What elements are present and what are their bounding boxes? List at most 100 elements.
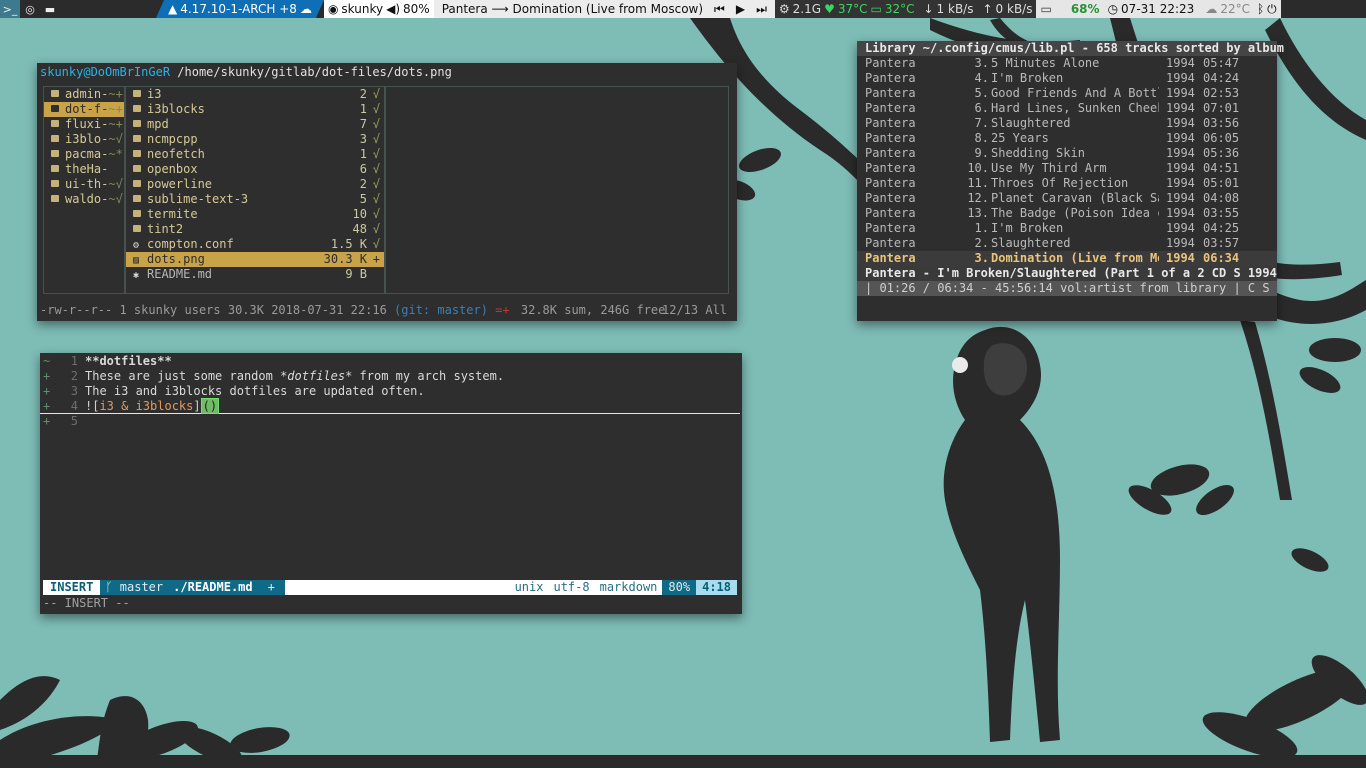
track-row[interactable]: Pantera 1. I'm Broken 1994 04:25: [857, 221, 1277, 236]
track-duration: 06:05: [1203, 131, 1240, 145]
file-item[interactable]: sublime-text-3 5 √: [126, 192, 384, 207]
track-row[interactable]: Pantera 11. Throes Of Rejection 1994 05:01: [857, 176, 1277, 191]
buffer-line[interactable]: +3 The i3 and i3blocks dotfiles are updat…: [40, 384, 740, 399]
track-row[interactable]: Pantera 12. Planet Caravan (Black Sa 1994 04…: [857, 191, 1277, 206]
vim-window[interactable]: ~1 **dotfiles** +2 These are just some rand…: [40, 353, 742, 614]
parent-dir-flag: ~√: [108, 132, 123, 146]
track-row[interactable]: Pantera 3. Domination (Live from Mo 1994 06:…: [857, 251, 1277, 266]
workspace-files[interactable]: ▬: [40, 0, 60, 18]
track-title: I'm Broken: [991, 71, 1064, 85]
file-item[interactable]: ncmpcpp 3 √: [126, 132, 384, 147]
track-title: Planet Caravan (Black Sa: [991, 191, 1159, 205]
file-name: i3: [147, 87, 162, 101]
track-row[interactable]: Pantera 3. 5 Minutes Alone 1994 05:47: [857, 56, 1277, 71]
ranger-window[interactable]: skunky@DoOmBrInGeR /home/skunky/gitlab/d…: [37, 63, 737, 321]
file-item[interactable]: ▨ dots.png 30.3 K +: [126, 252, 384, 267]
line-content: ![i3 & i3blocks](): [85, 398, 220, 414]
parent-dir-item[interactable]: theHa-: [44, 162, 124, 177]
parent-dir-name: i3blo-: [65, 132, 109, 146]
line-number: 5: [70, 414, 78, 428]
bluetooth-icon[interactable]: ᛒ: [1257, 2, 1264, 16]
track-duration: 07:01: [1203, 101, 1240, 115]
folder-icon: [51, 195, 59, 202]
parent-dir-flag: ~*: [108, 147, 123, 161]
track-row[interactable]: Pantera 13. The Badge (Poison Idea c 1994 03…: [857, 206, 1277, 221]
workspace-terminal[interactable]: >_: [0, 0, 20, 18]
git-status-mark: √: [372, 177, 380, 191]
folder-icon: [133, 105, 141, 112]
track-title: 5 Minutes Alone: [991, 56, 1100, 70]
track-year: 1994: [1166, 236, 1195, 250]
file-name: i3blocks: [147, 102, 205, 116]
volume-icon: ◀): [386, 2, 401, 16]
track-number: 13.: [967, 206, 989, 220]
system-block: ⚙ 2.1G ♥ 37°C ▭ 32°C ↓ 1 kB/s ↑ 0 kB/s: [774, 0, 1037, 18]
track-row[interactable]: Pantera 6. Hard Lines, Sunken Cheek 1994 07:…: [857, 101, 1277, 116]
parent-dir-item[interactable]: ui-th-~√: [44, 177, 124, 192]
preview-pane: [385, 86, 729, 294]
git-status-mark: √: [372, 237, 380, 251]
buffer-line[interactable]: +5: [40, 414, 740, 429]
folder-icon: [51, 150, 59, 157]
file-item[interactable]: neofetch 1 √: [126, 147, 384, 162]
track-number: 1.: [974, 221, 989, 235]
track-row[interactable]: Pantera 7. Slaughtered 1994 03:56: [857, 116, 1277, 131]
parent-dir-name: theHa-: [65, 162, 109, 176]
track-list: Pantera 3. 5 Minutes Alone 1994 05:47 Pantera…: [857, 56, 1277, 266]
git-status-mark: √: [372, 87, 380, 101]
parent-dir-item[interactable]: i3blo-~√: [44, 132, 124, 147]
file-item[interactable]: i3blocks 1 √: [126, 102, 384, 117]
track-title: The Badge (Poison Idea c: [991, 206, 1159, 220]
power-icon[interactable]: ⏻: [1267, 2, 1277, 17]
file-item[interactable]: ⚙ compton.conf 1.5 K √: [126, 237, 384, 252]
track-artist: Pantera: [865, 131, 916, 145]
file-item[interactable]: powerline 2 √: [126, 177, 384, 192]
play-icon[interactable]: ▶: [736, 2, 745, 16]
buffer-line[interactable]: +2 These are just some random *dotfiles* …: [40, 369, 740, 384]
track-row[interactable]: Pantera 9. Shedding Skin 1994 05:36: [857, 146, 1277, 161]
ranger-path: /home/skunky/gitlab/dot-files/dots.png: [177, 65, 452, 79]
file-item[interactable]: tint2 48 √: [126, 222, 384, 237]
datetime[interactable]: 07-31 22:23: [1121, 2, 1194, 16]
file-item[interactable]: i3 2 √: [126, 87, 384, 102]
now-playing-line: Pantera - I'm Broken/Slaughtered (Part 1…: [857, 266, 1277, 281]
track-title: Shedding Skin: [991, 146, 1085, 160]
file-size: 7: [359, 117, 367, 131]
file-item[interactable]: ✱ README.md 9 B: [126, 267, 384, 282]
mode-indicator: INSERT: [43, 580, 101, 595]
parent-dir-name: dot-f-: [65, 102, 109, 116]
upload-icon: ↑: [982, 2, 993, 16]
kernel-version: 4.17.10-1-ARCH +8: [180, 2, 297, 16]
volume-level[interactable]: 80%: [403, 2, 430, 16]
buffer-line[interactable]: +4 ![i3 & i3blocks](): [40, 398, 740, 414]
parent-dir-item[interactable]: waldo-~√: [44, 192, 124, 207]
track-title: Hard Lines, Sunken Cheek: [991, 101, 1159, 115]
next-icon[interactable]: ⏭: [756, 2, 767, 17]
git-branch: (git: master): [394, 303, 488, 317]
status-bar: >_ ◎ ▬ ▲ 4.17.10-1-ARCH +8 ☁ ◉ skunky ◀)…: [0, 0, 1366, 18]
parent-dir-item[interactable]: pacma-~*: [44, 147, 124, 162]
track-duration: 04:08: [1203, 191, 1240, 205]
track-row[interactable]: Pantera 5. Good Friends And A Bottl 1994 02:…: [857, 86, 1277, 101]
track-artist: Pantera: [865, 191, 916, 205]
track-row[interactable]: Pantera 10. Use My Third Arm 1994 04:51: [857, 161, 1277, 176]
workspace-browser[interactable]: ◎: [20, 0, 40, 18]
parent-dir-item[interactable]: admin-~+: [44, 87, 124, 102]
kernel-block: ▲ 4.17.10-1-ARCH +8 ☁: [156, 0, 324, 18]
track-row[interactable]: Pantera 4. I'm Broken 1994 04:24: [857, 71, 1277, 86]
track-number: 8.: [974, 131, 989, 145]
datetime-block: ◷ 07-31 22:23 ☁ 22°C ᛒ ⏻: [1103, 0, 1281, 18]
file-item[interactable]: mpd 7 √: [126, 117, 384, 132]
editor-buffer[interactable]: ~1 **dotfiles** +2 These are just some rand…: [40, 354, 740, 429]
cmus-window[interactable]: Library ~/.config/cmus/lib.pl - 658 trac…: [857, 41, 1284, 321]
parent-dir-item[interactable]: dot-f-~+: [44, 102, 124, 117]
file-item[interactable]: termite 10 √: [126, 207, 384, 222]
prev-icon[interactable]: ⏮: [714, 2, 725, 17]
command-line[interactable]: -- INSERT --: [43, 596, 130, 610]
file-item[interactable]: openbox 6 √: [126, 162, 384, 177]
buffer-line[interactable]: ~1 **dotfiles**: [40, 354, 740, 369]
parent-dir-item[interactable]: fluxi-~+: [44, 117, 124, 132]
track-row[interactable]: Pantera 2. Slaughtered 1994 03:57: [857, 236, 1277, 251]
file-icon: ▨: [133, 255, 140, 266]
track-row[interactable]: Pantera 8. 25 Years 1994 06:05: [857, 131, 1277, 146]
